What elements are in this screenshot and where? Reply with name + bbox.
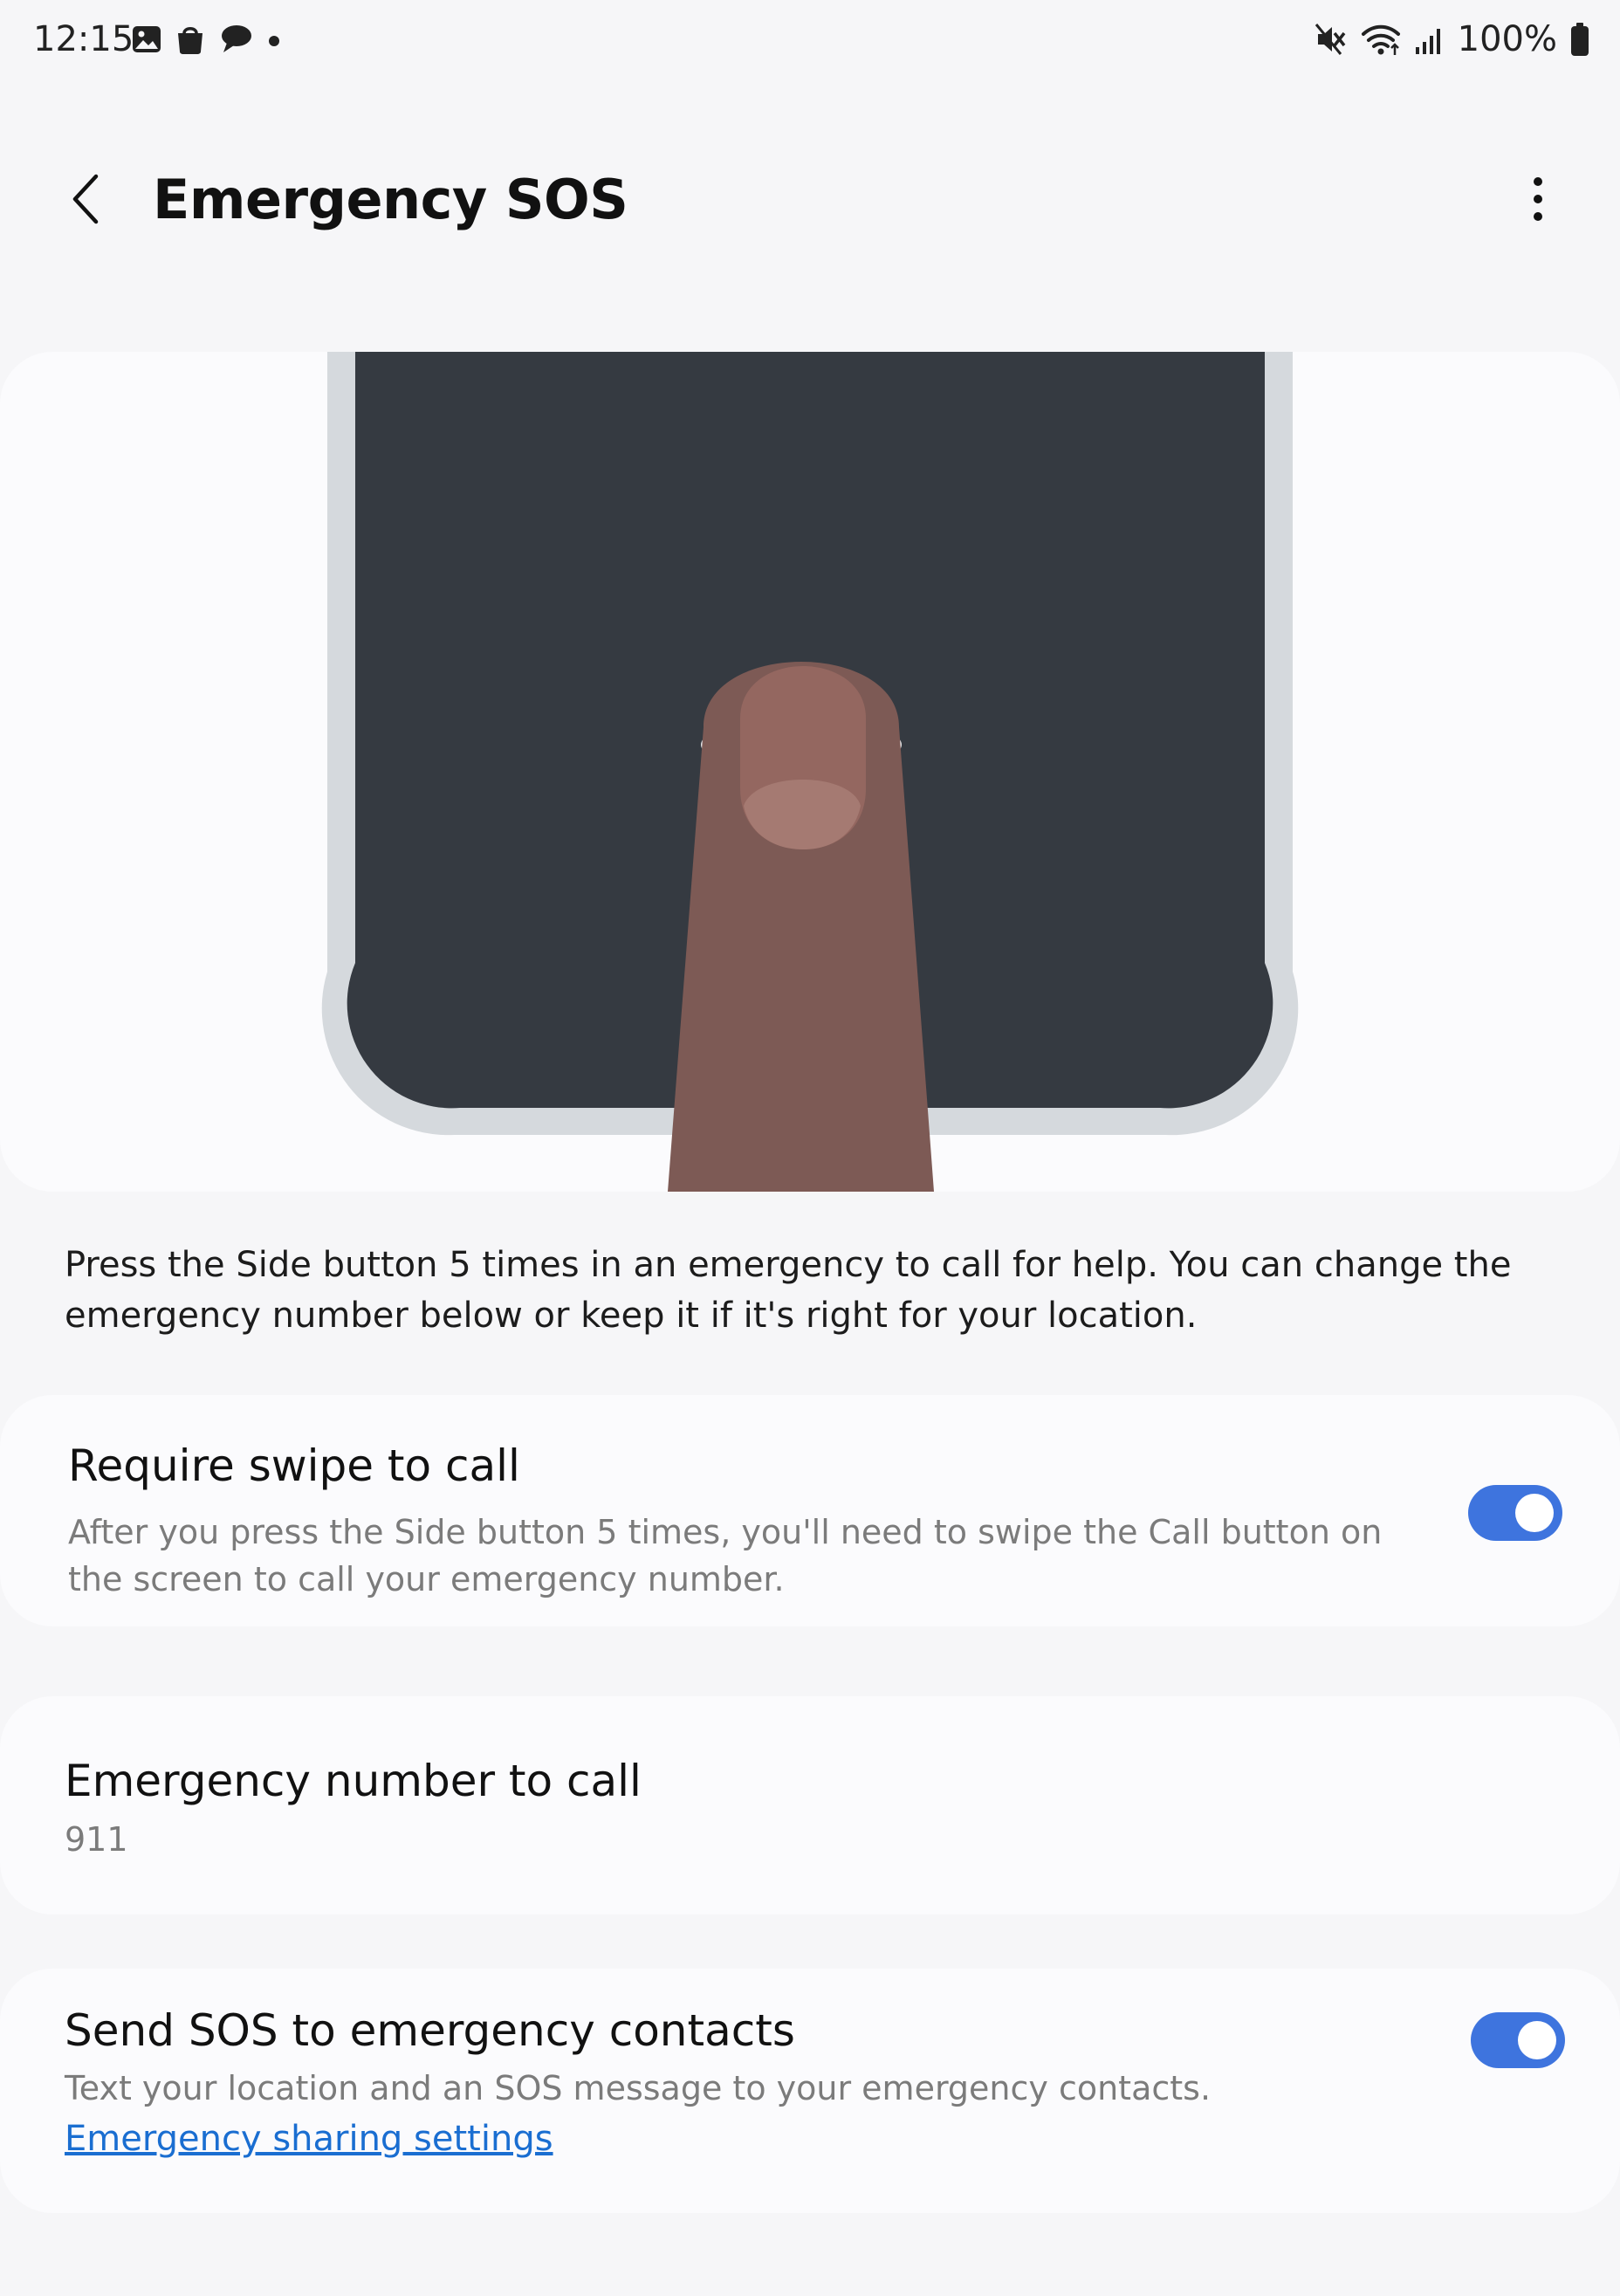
back-button[interactable] (52, 166, 119, 232)
signal-icon (1415, 29, 1440, 54)
require-swipe-card[interactable]: Require swipe to call After you press th… (0, 1395, 1620, 1626)
page-title: Emergency SOS (153, 168, 628, 231)
mute-icon (1315, 24, 1346, 55)
app-header: Emergency SOS (0, 148, 1620, 253)
more-options-button[interactable] (1507, 168, 1569, 230)
more-options-icon (1534, 177, 1542, 221)
require-swipe-toggle[interactable] (1468, 1485, 1562, 1541)
dot-icon (269, 36, 279, 46)
chat-bubble-icon (222, 25, 251, 52)
require-swipe-subtitle: After you press the Side button 5 times,… (68, 1513, 1383, 1598)
emergency-number-card[interactable]: Emergency number to call 911 (0, 1696, 1620, 1914)
status-time: 12:15 (33, 19, 134, 59)
notification-icons (131, 23, 283, 56)
emergency-number-value: 911 (65, 1820, 128, 1859)
emergency-number-title: Emergency number to call (65, 1756, 642, 1806)
emergency-sharing-settings-link[interactable]: Emergency sharing settings (65, 2119, 553, 2159)
shopping-bag-icon (178, 27, 202, 54)
back-arrow-icon (72, 174, 99, 224)
send-sos-toggle[interactable] (1471, 2012, 1565, 2068)
illustration-card (0, 352, 1620, 1192)
toggle-knob (1515, 1494, 1554, 1532)
system-icons: 100% (1315, 19, 1590, 59)
gallery-icon (133, 26, 161, 52)
battery-icon (1571, 23, 1589, 56)
wifi-icon (1361, 24, 1400, 55)
send-sos-card[interactable]: Send SOS to emergency contacts Text your… (0, 1969, 1620, 2213)
finger-pressing-phone-illustration (321, 352, 1299, 1192)
battery-percentage: 100% (1457, 19, 1557, 59)
require-swipe-title: Require swipe to call (68, 1440, 520, 1491)
status-bar: 12:15 100% (0, 0, 1620, 84)
send-sos-title: Send SOS to emergency contacts (65, 2005, 795, 2056)
send-sos-subtitle: Text your location and an SOS message to… (65, 2069, 1212, 2107)
description-text: Press the Side button 5 times in an emer… (65, 1245, 1512, 1336)
toggle-knob (1518, 2021, 1556, 2059)
